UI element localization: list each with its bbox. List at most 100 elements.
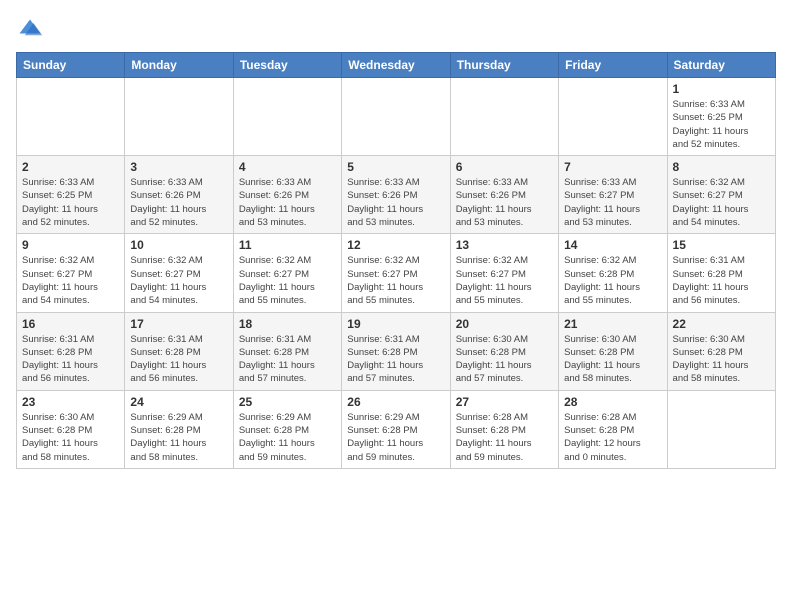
day-number: 5 [347, 160, 444, 174]
day-cell: 13 Sunrise: 6:32 AM Sunset: 6:27 PM Dayli… [450, 234, 558, 312]
day-number: 22 [673, 317, 770, 331]
day-cell: 18 Sunrise: 6:31 AM Sunset: 6:28 PM Dayli… [233, 312, 341, 390]
day-cell: 28Sunrise: 6:28 AM Sunset: 6:28 PM Dayli… [559, 390, 667, 468]
day-cell: 3 Sunrise: 6:33 AM Sunset: 6:26 PM Daylig… [125, 156, 233, 234]
day-number: 11 [239, 238, 336, 252]
day-info: Sunrise: 6:33 AM Sunset: 6:26 PM Dayligh… [456, 176, 553, 229]
weekday-header-row: SundayMondayTuesdayWednesdayThursdayFrid… [17, 53, 776, 78]
day-info: Sunrise: 6:31 AM Sunset: 6:28 PM Dayligh… [347, 333, 444, 386]
day-cell: 4 Sunrise: 6:33 AM Sunset: 6:26 PM Daylig… [233, 156, 341, 234]
day-cell: 8 Sunrise: 6:32 AM Sunset: 6:27 PM Daylig… [667, 156, 775, 234]
day-cell: 6 Sunrise: 6:33 AM Sunset: 6:26 PM Daylig… [450, 156, 558, 234]
day-number: 16 [22, 317, 119, 331]
day-info: Sunrise: 6:31 AM Sunset: 6:28 PM Dayligh… [673, 254, 770, 307]
day-number: 2 [22, 160, 119, 174]
day-info: Sunrise: 6:29 AM Sunset: 6:28 PM Dayligh… [239, 411, 336, 464]
day-number: 24 [130, 395, 227, 409]
day-number: 17 [130, 317, 227, 331]
day-info: Sunrise: 6:30 AM Sunset: 6:28 PM Dayligh… [673, 333, 770, 386]
day-cell: 19 Sunrise: 6:31 AM Sunset: 6:28 PM Dayli… [342, 312, 450, 390]
day-number: 21 [564, 317, 661, 331]
day-number: 27 [456, 395, 553, 409]
day-cell: 20 Sunrise: 6:30 AM Sunset: 6:28 PM Dayli… [450, 312, 558, 390]
day-info: Sunrise: 6:33 AM Sunset: 6:25 PM Dayligh… [673, 98, 770, 151]
day-number: 23 [22, 395, 119, 409]
week-row-5: 23 Sunrise: 6:30 AM Sunset: 6:28 PM Dayli… [17, 390, 776, 468]
day-info: Sunrise: 6:29 AM Sunset: 6:28 PM Dayligh… [130, 411, 227, 464]
day-number: 13 [456, 238, 553, 252]
day-cell [559, 78, 667, 156]
calendar-table: SundayMondayTuesdayWednesdayThursdayFrid… [16, 52, 776, 469]
day-cell: 25 Sunrise: 6:29 AM Sunset: 6:28 PM Dayli… [233, 390, 341, 468]
day-number: 3 [130, 160, 227, 174]
day-cell: 15 Sunrise: 6:31 AM Sunset: 6:28 PM Dayli… [667, 234, 775, 312]
day-info: Sunrise: 6:32 AM Sunset: 6:27 PM Dayligh… [673, 176, 770, 229]
day-number: 20 [456, 317, 553, 331]
weekday-header-tuesday: Tuesday [233, 53, 341, 78]
day-number: 25 [239, 395, 336, 409]
day-number: 18 [239, 317, 336, 331]
day-cell: 14Sunrise: 6:32 AM Sunset: 6:28 PM Dayli… [559, 234, 667, 312]
day-cell [342, 78, 450, 156]
week-row-1: 1 Sunrise: 6:33 AM Sunset: 6:25 PM Daylig… [17, 78, 776, 156]
day-cell [125, 78, 233, 156]
day-number: 4 [239, 160, 336, 174]
day-info: Sunrise: 6:28 AM Sunset: 6:28 PM Dayligh… [456, 411, 553, 464]
logo [16, 16, 48, 44]
page-header [16, 16, 776, 44]
day-number: 10 [130, 238, 227, 252]
day-cell: 7 Sunrise: 6:33 AM Sunset: 6:27 PM Daylig… [559, 156, 667, 234]
week-row-3: 9 Sunrise: 6:32 AM Sunset: 6:27 PM Daylig… [17, 234, 776, 312]
day-info: Sunrise: 6:30 AM Sunset: 6:28 PM Dayligh… [22, 411, 119, 464]
day-cell [17, 78, 125, 156]
day-info: Sunrise: 6:30 AM Sunset: 6:28 PM Dayligh… [564, 333, 661, 386]
day-cell: 9 Sunrise: 6:32 AM Sunset: 6:27 PM Daylig… [17, 234, 125, 312]
logo-icon [16, 16, 44, 44]
day-info: Sunrise: 6:31 AM Sunset: 6:28 PM Dayligh… [239, 333, 336, 386]
day-info: Sunrise: 6:33 AM Sunset: 6:27 PM Dayligh… [564, 176, 661, 229]
weekday-header-thursday: Thursday [450, 53, 558, 78]
day-info: Sunrise: 6:32 AM Sunset: 6:28 PM Dayligh… [564, 254, 661, 307]
day-number: 8 [673, 160, 770, 174]
day-cell: 11Sunrise: 6:32 AM Sunset: 6:27 PM Dayli… [233, 234, 341, 312]
day-info: Sunrise: 6:32 AM Sunset: 6:27 PM Dayligh… [130, 254, 227, 307]
day-cell: 16 Sunrise: 6:31 AM Sunset: 6:28 PM Dayli… [17, 312, 125, 390]
day-number: 7 [564, 160, 661, 174]
day-cell: 12 Sunrise: 6:32 AM Sunset: 6:27 PM Dayli… [342, 234, 450, 312]
day-info: Sunrise: 6:33 AM Sunset: 6:26 PM Dayligh… [239, 176, 336, 229]
day-info: Sunrise: 6:32 AM Sunset: 6:27 PM Dayligh… [456, 254, 553, 307]
day-cell [233, 78, 341, 156]
day-info: Sunrise: 6:33 AM Sunset: 6:25 PM Dayligh… [22, 176, 119, 229]
day-number: 15 [673, 238, 770, 252]
day-info: Sunrise: 6:32 AM Sunset: 6:27 PM Dayligh… [347, 254, 444, 307]
day-number: 19 [347, 317, 444, 331]
week-row-2: 2 Sunrise: 6:33 AM Sunset: 6:25 PM Daylig… [17, 156, 776, 234]
weekday-header-saturday: Saturday [667, 53, 775, 78]
day-number: 26 [347, 395, 444, 409]
day-cell: 24 Sunrise: 6:29 AM Sunset: 6:28 PM Dayli… [125, 390, 233, 468]
day-cell: 5 Sunrise: 6:33 AM Sunset: 6:26 PM Daylig… [342, 156, 450, 234]
weekday-header-monday: Monday [125, 53, 233, 78]
day-number: 12 [347, 238, 444, 252]
day-info: Sunrise: 6:31 AM Sunset: 6:28 PM Dayligh… [22, 333, 119, 386]
day-info: Sunrise: 6:33 AM Sunset: 6:26 PM Dayligh… [347, 176, 444, 229]
day-info: Sunrise: 6:33 AM Sunset: 6:26 PM Dayligh… [130, 176, 227, 229]
weekday-header-friday: Friday [559, 53, 667, 78]
day-cell [450, 78, 558, 156]
day-info: Sunrise: 6:31 AM Sunset: 6:28 PM Dayligh… [130, 333, 227, 386]
day-cell: 26Sunrise: 6:29 AM Sunset: 6:28 PM Dayli… [342, 390, 450, 468]
day-number: 1 [673, 82, 770, 96]
day-number: 28 [564, 395, 661, 409]
week-row-4: 16 Sunrise: 6:31 AM Sunset: 6:28 PM Dayli… [17, 312, 776, 390]
day-cell: 21 Sunrise: 6:30 AM Sunset: 6:28 PM Dayli… [559, 312, 667, 390]
day-number: 6 [456, 160, 553, 174]
day-cell: 17 Sunrise: 6:31 AM Sunset: 6:28 PM Dayli… [125, 312, 233, 390]
day-cell [667, 390, 775, 468]
day-info: Sunrise: 6:30 AM Sunset: 6:28 PM Dayligh… [456, 333, 553, 386]
day-cell: 27 Sunrise: 6:28 AM Sunset: 6:28 PM Dayli… [450, 390, 558, 468]
day-info: Sunrise: 6:32 AM Sunset: 6:27 PM Dayligh… [22, 254, 119, 307]
day-cell: 1 Sunrise: 6:33 AM Sunset: 6:25 PM Daylig… [667, 78, 775, 156]
day-cell: 22 Sunrise: 6:30 AM Sunset: 6:28 PM Dayli… [667, 312, 775, 390]
day-number: 9 [22, 238, 119, 252]
day-cell: 23 Sunrise: 6:30 AM Sunset: 6:28 PM Dayli… [17, 390, 125, 468]
